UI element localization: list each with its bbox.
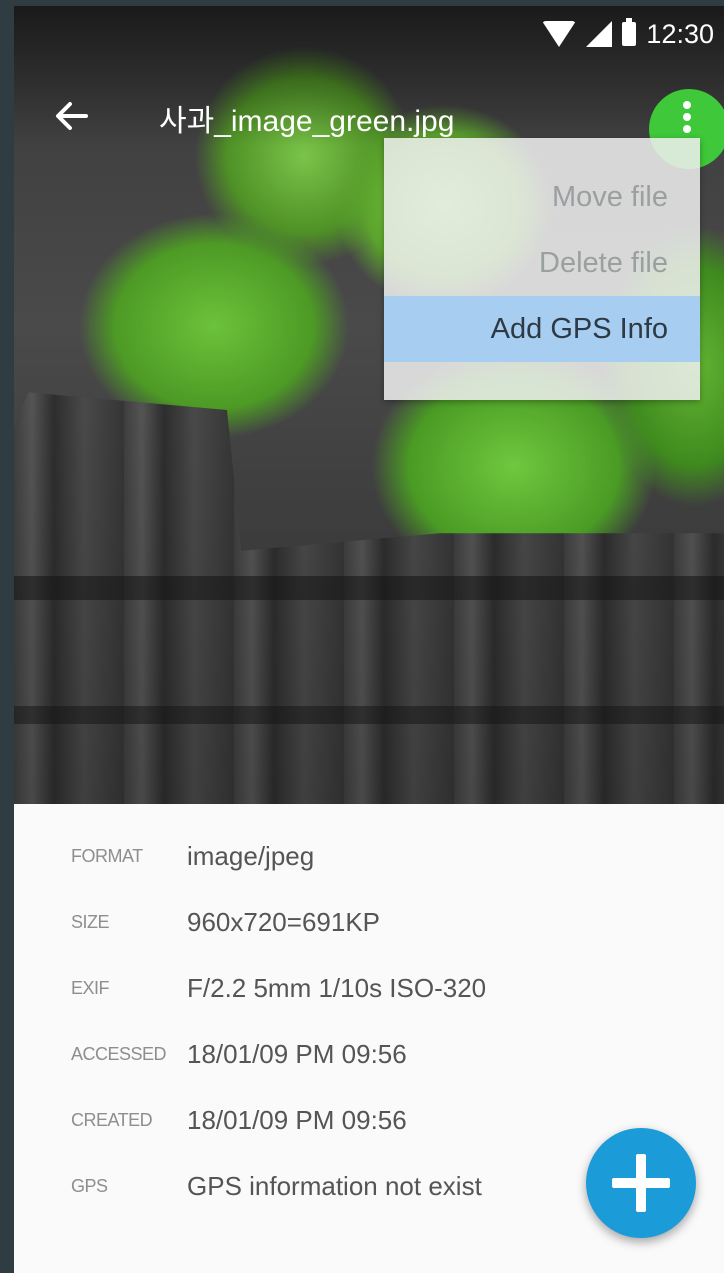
detail-value: 960x720=691KP bbox=[187, 906, 381, 937]
battery-icon bbox=[622, 18, 637, 46]
status-bar: 12:30 bbox=[542, 14, 714, 54]
detail-label: FORMAT bbox=[71, 845, 143, 866]
detail-value: 18/01/09 PM 09:56 bbox=[187, 1104, 407, 1135]
detail-value: F/2.2 5mm 1/10s ISO-320 bbox=[187, 972, 487, 1003]
menu-item-delete-file[interactable]: Delete file bbox=[384, 230, 700, 296]
bucket-band bbox=[14, 576, 724, 600]
detail-value: GPS information not exist bbox=[187, 1170, 482, 1201]
overflow-menu: Move file Delete file Add GPS Info bbox=[384, 138, 700, 400]
bucket-band-lower bbox=[14, 706, 724, 724]
detail-value: image/jpeg bbox=[187, 840, 315, 871]
detail-label: ACCESSED bbox=[71, 1043, 167, 1064]
detail-label: SIZE bbox=[71, 911, 110, 932]
file-title: 사과_image_green.jpg bbox=[159, 105, 455, 138]
status-time: 12:30 bbox=[646, 18, 714, 49]
screen: 12:30 사과_image_green.jpg Move file Delet… bbox=[14, 6, 724, 1273]
back-button[interactable] bbox=[52, 96, 92, 136]
cellular-signal-icon bbox=[586, 21, 613, 47]
detail-label: CREATED bbox=[71, 1109, 153, 1130]
arrow-left-icon bbox=[56, 102, 88, 130]
detail-label: GPS bbox=[71, 1175, 108, 1196]
detail-label: EXIF bbox=[71, 977, 110, 998]
add-fab-button[interactable] bbox=[586, 1128, 696, 1238]
wifi-icon bbox=[542, 21, 577, 47]
detail-value: 18/01/09 PM 09:56 bbox=[187, 1038, 407, 1069]
menu-item-add-gps-info[interactable]: Add GPS Info bbox=[384, 296, 700, 362]
menu-item-move-file[interactable]: Move file bbox=[384, 164, 700, 230]
